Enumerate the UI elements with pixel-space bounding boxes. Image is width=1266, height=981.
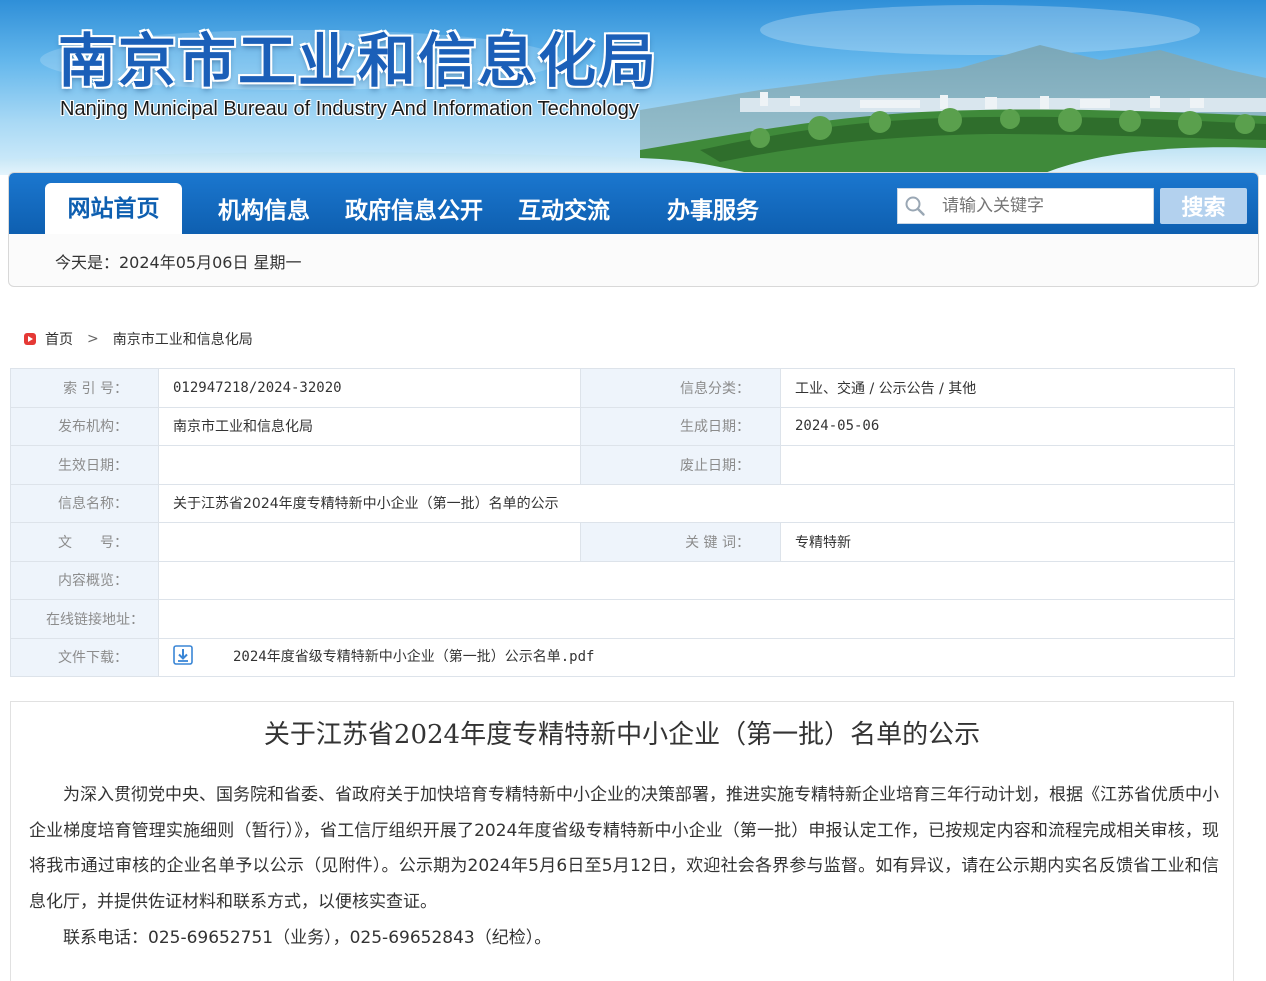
document-metadata-table: 索 引 号： 012947218/2024-32020 信息分类： 工业、交通 …	[10, 368, 1235, 677]
nav-bar: 网站首页 机构信息 政府信息公开 互动交流 办事服务 搜索	[9, 173, 1258, 234]
table-row: 发布机构： 南京市工业和信息化局 生成日期： 2024-05-06	[10, 406, 1235, 446]
search-button[interactable]: 搜索	[1160, 188, 1247, 224]
nav-item-services[interactable]: 办事服务	[667, 191, 759, 225]
category-label: 信息分类：	[580, 368, 781, 408]
keywords-value: 专精特新	[780, 522, 1235, 562]
gen-date-label: 生成日期：	[580, 406, 781, 446]
download-icon[interactable]	[173, 645, 193, 669]
site-title: 南京市工业和信息化局	[58, 27, 659, 95]
summary-value	[158, 560, 1235, 600]
doc-number-label: 文 号：	[10, 522, 159, 562]
breadcrumb-current-link[interactable]: 南京市工业和信息化局	[113, 329, 253, 349]
site-banner: 南京市工业和信息化局 Nanjing Municipal Bureau of I…	[0, 0, 1266, 175]
search-input[interactable]	[942, 196, 1142, 216]
keywords-label: 关 键 词：	[580, 522, 781, 562]
category-value: 工业、交通 / 公示公告 / 其他	[780, 368, 1235, 408]
org-value: 南京市工业和信息化局	[158, 406, 581, 446]
info-name-label: 信息名称：	[10, 483, 159, 523]
doc-number-value	[158, 522, 581, 562]
effective-date-label: 生效日期：	[10, 445, 159, 485]
table-row: 内容概览：	[10, 560, 1235, 600]
online-link-value	[158, 599, 1235, 639]
org-label: 发布机构：	[10, 406, 159, 446]
article-content: 关于江苏省2024年度专精特新中小企业（第一批）名单的公示 为深入贯彻党中央、国…	[10, 701, 1234, 981]
article-body: 为深入贯彻党中央、国务院和省委、省政府关于加快培育专精特新中小企业的决策部署，推…	[29, 785, 1219, 912]
site-subtitle: Nanjing Municipal Bureau of Industry And…	[60, 98, 639, 120]
breadcrumb: 首页 > 南京市工业和信息化局	[24, 329, 253, 349]
abolish-date-value	[780, 445, 1235, 485]
table-row: 生效日期： 废止日期：	[10, 445, 1235, 485]
table-row: 文件下载： 2024年度省级专精特新中小企业（第一批）公示名单.pdf	[10, 637, 1235, 677]
table-row: 在线链接地址：	[10, 599, 1235, 639]
online-link-label: 在线链接地址：	[10, 599, 159, 639]
download-file-link[interactable]: 2024年度省级专精特新中小企业（第一批）公示名单.pdf	[233, 649, 594, 665]
table-row: 信息名称： 关于江苏省2024年度专精特新中小企业（第一批）名单的公示	[10, 483, 1235, 523]
info-name-value: 关于江苏省2024年度专精特新中小企业（第一批）名单的公示	[158, 483, 1235, 523]
gen-date-value: 2024-05-06	[780, 406, 1235, 446]
nav-item-gov-info[interactable]: 政府信息公开	[345, 191, 483, 225]
article-contact: 联系电话：025-69652751（业务），025-69652843（纪检）。	[63, 928, 552, 948]
main-navigation-panel: 网站首页 机构信息 政府信息公开 互动交流 办事服务 搜索 今天是：2024年0…	[8, 172, 1259, 287]
abolish-date-label: 废止日期：	[580, 445, 781, 485]
download-label: 文件下载：	[10, 637, 159, 677]
table-row: 文 号： 关 键 词： 专精特新	[10, 522, 1235, 562]
home-icon	[24, 333, 36, 345]
breadcrumb-separator: >	[87, 331, 99, 347]
table-row: 索 引 号： 012947218/2024-32020 信息分类： 工业、交通 …	[10, 368, 1235, 408]
search-box	[897, 188, 1154, 224]
current-date: 今天是：2024年05月06日 星期一	[55, 253, 302, 272]
effective-date-value	[158, 445, 581, 485]
article-title: 关于江苏省2024年度专精特新中小企业（第一批）名单的公示	[263, 720, 981, 750]
index-value: 012947218/2024-32020	[158, 368, 581, 408]
search-icon	[898, 189, 932, 223]
nav-item-interaction[interactable]: 互动交流	[518, 191, 610, 225]
nav-item-organization[interactable]: 机构信息	[218, 191, 310, 225]
index-label: 索 引 号：	[10, 368, 159, 408]
breadcrumb-home-link[interactable]: 首页	[45, 329, 73, 349]
nav-item-home[interactable]: 网站首页	[45, 183, 182, 234]
download-cell: 2024年度省级专精特新中小企业（第一批）公示名单.pdf	[158, 637, 1235, 677]
summary-label: 内容概览：	[10, 560, 159, 600]
